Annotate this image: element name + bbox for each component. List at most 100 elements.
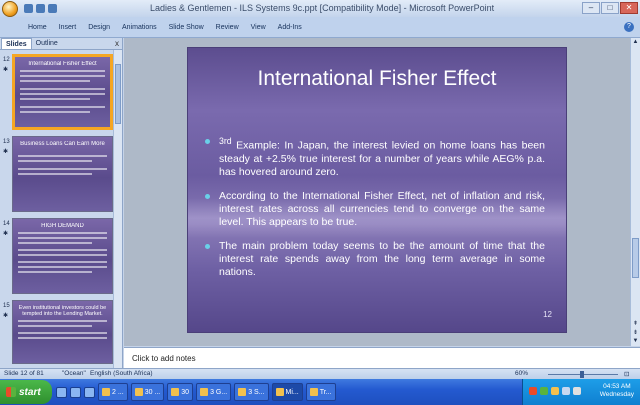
slide-number: 12 [543, 310, 552, 319]
close-button[interactable]: ✕ [620, 2, 638, 14]
thumbnail-title: Even institutional investors could be te… [18, 305, 107, 317]
taskbar-button[interactable]: Tr... [305, 383, 336, 401]
notes-pane[interactable]: Click to add notes [124, 347, 640, 368]
tab-home[interactable]: Home [28, 24, 47, 31]
folder-icon [102, 388, 110, 396]
transition-icon: ✱ [3, 67, 9, 73]
quick-launch-icon[interactable] [84, 386, 95, 398]
scroll-up-icon[interactable]: ▲ [632, 39, 639, 46]
slide-thumbnail[interactable]: International Fisher Effect [12, 54, 113, 130]
panel-scrollbar[interactable] [113, 50, 122, 368]
panel-scroll-thumb[interactable] [115, 64, 121, 124]
transition-icon: ✱ [3, 149, 9, 155]
tab-animations[interactable]: Animations [122, 24, 157, 31]
tab-review[interactable]: Review [216, 24, 239, 31]
bullet-superscript: 3rd [219, 136, 232, 146]
next-slide-icon[interactable]: ⇟ [632, 330, 639, 337]
bullet-dot-icon [205, 193, 210, 199]
office-button[interactable] [2, 0, 18, 17]
bullet-dot-icon [205, 139, 210, 144]
bullet-item: According to the International Fisher Ef… [205, 190, 545, 229]
slides-panel: Slides Outline x 12 ✱ International Fish… [0, 38, 123, 368]
theme-name: "Ocean" [62, 370, 86, 377]
taskbar-button[interactable]: 3 S... [234, 383, 269, 401]
undo-icon[interactable] [36, 4, 45, 13]
clock-day: Wednesday [599, 391, 634, 398]
quick-launch-icon[interactable] [56, 386, 67, 398]
transition-icon: ✱ [3, 313, 9, 319]
bullet-dot-icon [205, 243, 210, 249]
slide-title[interactable]: International Fisher Effect [188, 67, 566, 91]
slide-thumbnail[interactable]: HIGH DEMAND [12, 218, 113, 294]
tab-view[interactable]: View [251, 24, 266, 31]
zoom-slider-handle[interactable] [580, 371, 584, 378]
thumbnail-number: 15 [3, 303, 10, 309]
network-icon[interactable] [540, 387, 548, 395]
taskbar-button-powerpoint[interactable]: Mi... [271, 383, 303, 401]
scroll-down-icon[interactable]: ▼ [632, 338, 639, 345]
powerpoint-icon [275, 388, 284, 396]
minimize-button[interactable]: – [582, 2, 600, 14]
clock-time: 04:53 AM [603, 383, 631, 390]
bullet-item: 3rd Example: In Japan, the interest levi… [205, 135, 545, 179]
slide-thumbnail[interactable]: Even institutional investors could be te… [12, 300, 113, 364]
zoom-level[interactable]: 60% [515, 370, 528, 377]
maximize-button[interactable]: □ [601, 2, 619, 14]
quick-launch [56, 386, 95, 398]
bullet-item: The main problem today seems to be the a… [205, 240, 545, 279]
title-bar: Ladies & Gentlemen - ILS Systems 9c.ppt … [0, 0, 640, 17]
system-tray: 04:53 AM Wednesday [522, 379, 640, 405]
tab-outline[interactable]: Outline [32, 38, 62, 49]
start-label: start [19, 386, 41, 398]
tab-insert[interactable]: Insert [59, 24, 77, 31]
redo-icon[interactable] [48, 4, 57, 13]
volume-icon[interactable] [551, 387, 559, 395]
taskbar: start 2 ... 30 ... 30 3 G... 3 S... Mi..… [0, 379, 640, 405]
window-title: Ladies & Gentlemen - ILS Systems 9c.ppt … [150, 3, 495, 13]
fit-slide-icon[interactable]: ⊡ [624, 370, 629, 378]
slide-canvas[interactable]: International Fisher Effect 3rd Example:… [187, 47, 567, 333]
security-icon[interactable] [529, 387, 537, 395]
editor-scrollbar[interactable]: ▲ ⇞ ⇟ ▼ [630, 38, 640, 346]
slide-counter: Slide 12 of 81 [4, 370, 44, 377]
close-panel-icon[interactable]: x [115, 39, 119, 48]
thumbnail-title: HIGH DEMAND [41, 223, 84, 229]
thumbnail-number: 12 [3, 57, 10, 63]
slide-body[interactable]: 3rd Example: In Japan, the interest levi… [205, 135, 545, 290]
tab-slide-show[interactable]: Slide Show [169, 24, 204, 31]
app-icon [200, 388, 209, 396]
help-icon[interactable]: ? [624, 22, 634, 32]
tray-icon[interactable] [573, 387, 581, 395]
start-button[interactable]: start [0, 380, 52, 404]
clock[interactable]: 04:53 AM Wednesday [600, 383, 634, 399]
save-icon[interactable] [24, 4, 33, 13]
tab-add-ins[interactable]: Add-Ins [278, 24, 302, 31]
quick-launch-icon[interactable] [70, 386, 81, 398]
transition-icon: ✱ [3, 231, 9, 237]
previous-slide-icon[interactable]: ⇞ [632, 321, 639, 328]
tab-design[interactable]: Design [88, 24, 110, 31]
thumbnail-title: Business Loans Can Earn More [20, 141, 105, 147]
app-icon [238, 388, 247, 396]
taskbar-button[interactable]: 30 ... [130, 383, 165, 401]
quick-access-toolbar [24, 4, 57, 13]
bullet-text: According to the International Fisher Ef… [219, 189, 545, 228]
language-status[interactable]: English (South Africa) [90, 370, 153, 377]
bullet-text: Example: In Japan, the interest levied o… [219, 139, 545, 178]
taskbar-button[interactable]: 30 [167, 383, 194, 401]
editor-scroll-thumb[interactable] [632, 238, 639, 278]
windows-flag-icon [6, 387, 16, 397]
notes-placeholder[interactable]: Click to add notes [132, 354, 196, 363]
taskbar-button[interactable]: 2 ... [98, 383, 128, 401]
slide-thumbnail[interactable]: Business Loans Can Earn More [12, 136, 113, 212]
taskbar-button[interactable]: 3 G... [196, 383, 232, 401]
slide-editor: International Fisher Effect 3rd Example:… [124, 38, 630, 346]
status-bar: Slide 12 of 81 "Ocean" English (South Af… [0, 368, 640, 379]
thumbnail-number: 14 [3, 221, 10, 227]
tray-icon[interactable] [562, 387, 570, 395]
tab-slides[interactable]: Slides [1, 38, 32, 49]
document-icon [171, 388, 180, 396]
thumbnail-number: 13 [3, 139, 10, 145]
ribbon-tab-bar: Home Insert Design Animations Slide Show… [0, 17, 640, 38]
bullet-text: The main problem today seems to be the a… [219, 239, 545, 278]
